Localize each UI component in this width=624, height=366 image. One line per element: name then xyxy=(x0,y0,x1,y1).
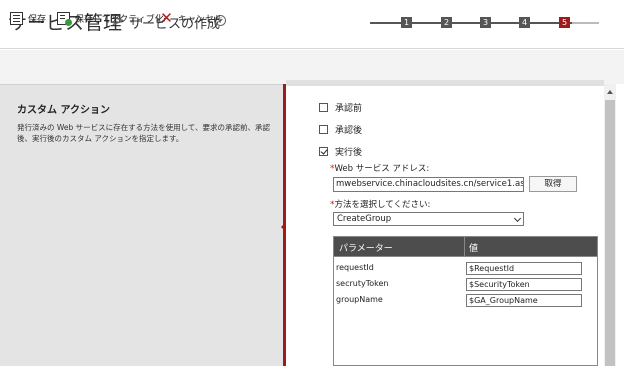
checkbox-post-execution[interactable] xyxy=(319,146,328,156)
option-post-approval[interactable]: 承認後 xyxy=(319,123,363,136)
header-bottom-border xyxy=(334,256,597,257)
save-activate-label: 保存してアクティブ化 xyxy=(75,14,164,25)
column-header-parameter: パラメーター xyxy=(339,244,393,254)
param-name-groupname: groupName xyxy=(336,295,383,304)
column-header-value: 値 xyxy=(469,244,479,254)
toolbar xyxy=(0,50,624,84)
wizard-progress-line-remaining xyxy=(572,22,599,24)
method-select[interactable]: CreateGroup xyxy=(333,212,524,226)
method-selected-value: CreateGroup xyxy=(337,214,392,224)
param-value-groupname-input[interactable]: $GA_GroupName xyxy=(466,294,582,307)
wizard-step-3[interactable]: 3 xyxy=(480,17,491,28)
checkbox-post-approval[interactable] xyxy=(319,124,328,134)
param-value-securitytoken-input[interactable]: $SecurityToken xyxy=(466,278,582,291)
fetch-button[interactable]: 取得 xyxy=(529,176,577,192)
scrollbar-thumb[interactable] xyxy=(605,100,615,366)
option-post-execution[interactable]: 実行後 xyxy=(319,145,363,158)
chevron-down-icon xyxy=(513,214,522,223)
option-label: 承認前 xyxy=(335,103,363,114)
save-activate-icon xyxy=(57,11,72,26)
divider-pointer xyxy=(281,223,285,231)
option-label: 承認後 xyxy=(335,125,363,136)
form-top-strip xyxy=(286,80,604,86)
close-icon: ✕ xyxy=(160,8,173,27)
web-service-url-input[interactable]: mwebservice.chinacloudsites.cn/service1.… xyxy=(333,177,524,192)
save-icon xyxy=(10,11,23,25)
save-button[interactable]: 保存 xyxy=(10,10,46,26)
param-name-requestid: requestId xyxy=(336,263,374,272)
option-pre-approval[interactable]: 承認前 xyxy=(319,101,363,114)
column-separator xyxy=(464,237,465,256)
save-label: 保存 xyxy=(28,14,47,25)
url-field-label: *Web サービス アドレス: xyxy=(330,164,430,174)
scroll-up-icon[interactable] xyxy=(607,90,613,94)
section-description: 発行済みの Web サービスに存在する方法を使用して、要求の承認前、承認後、実行… xyxy=(17,123,271,143)
cancel-button[interactable]: ✕ キャンセル xyxy=(160,10,223,26)
section-title: カスタム アクション xyxy=(17,105,110,116)
save-and-activate-button[interactable]: 保存してアクティブ化 xyxy=(57,10,164,26)
param-name-secrutytoken: secrutyToken xyxy=(336,279,389,288)
wizard-step-1[interactable]: 1 xyxy=(401,17,412,28)
wizard-step-5-current[interactable]: 5 xyxy=(559,17,570,28)
option-label: 実行後 xyxy=(335,147,363,158)
checkbox-pre-approval[interactable] xyxy=(319,102,328,112)
param-value-requestid-input[interactable]: $RequestId xyxy=(466,262,582,275)
method-field-label: *方法を選択してください: xyxy=(330,200,431,210)
wizard-step-2[interactable]: 2 xyxy=(441,17,452,28)
cancel-label: キャンセル xyxy=(178,14,224,25)
wizard-step-4[interactable]: 4 xyxy=(519,17,530,28)
